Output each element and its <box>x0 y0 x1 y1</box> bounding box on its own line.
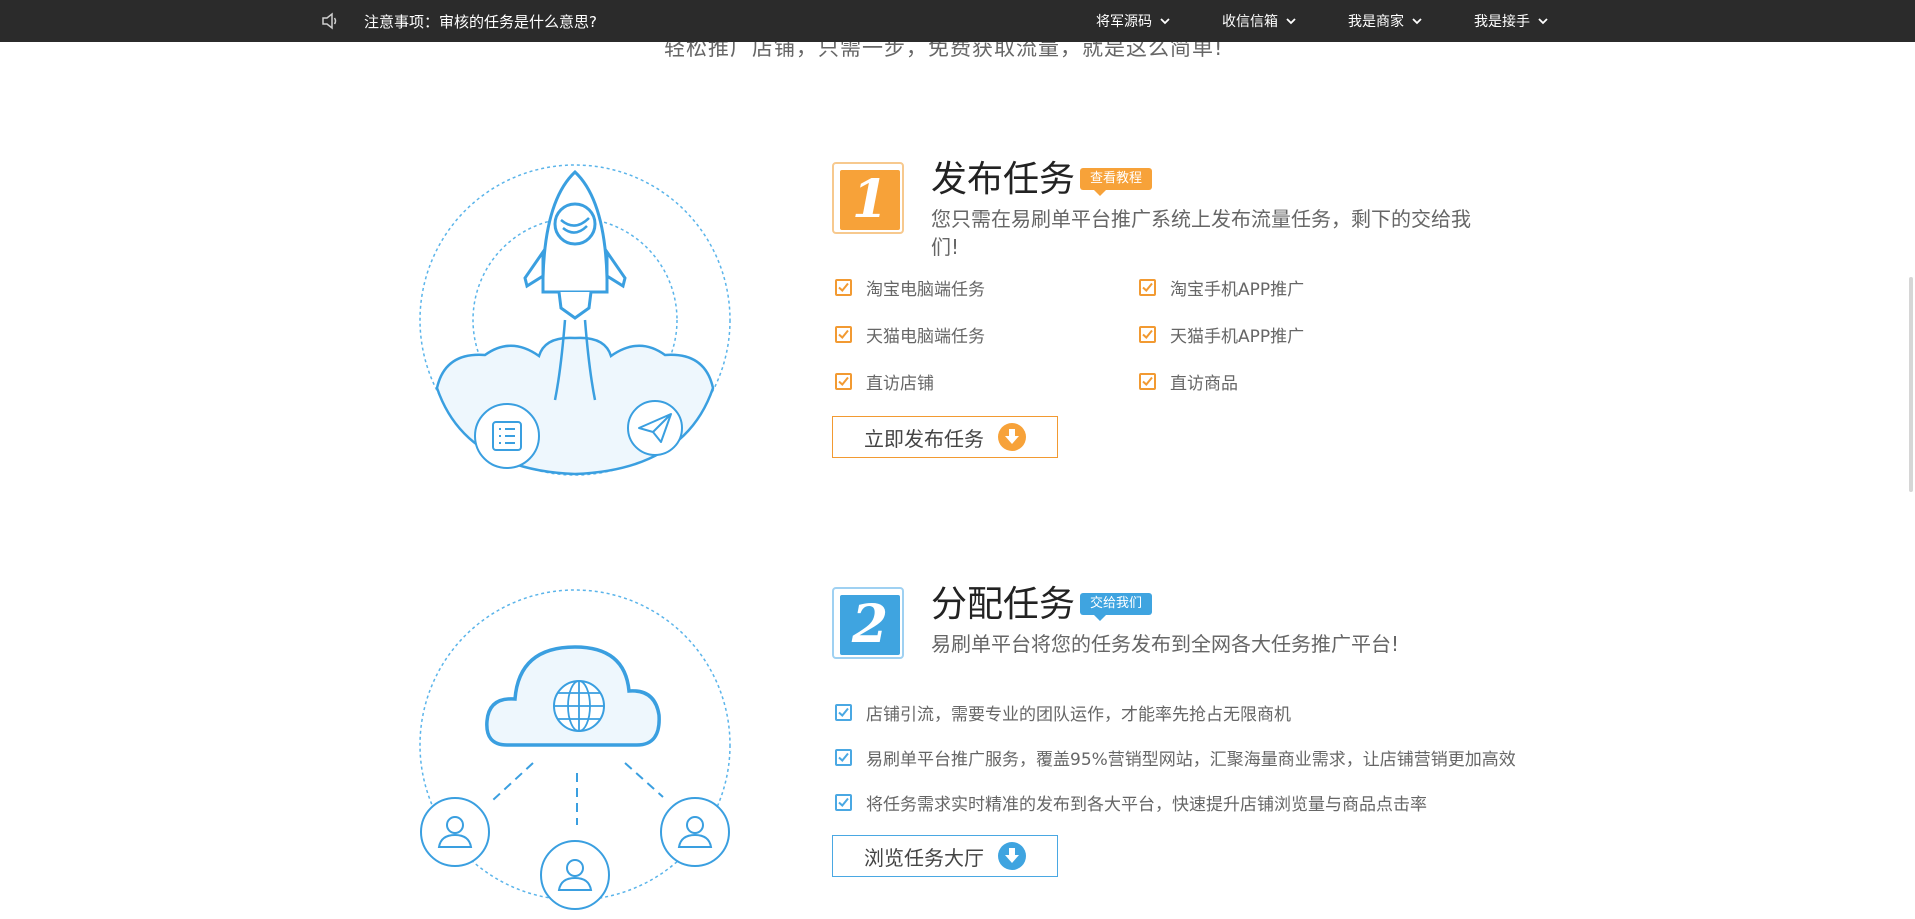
nav-item-label: 我是商家 <box>1348 14 1404 30</box>
step2-check-item: 易刷单平台推广服务，覆盖95%营销型网站，汇聚海量商业需求，让店铺营销更加高效 <box>835 745 1516 770</box>
checkbox-icon <box>1139 326 1156 343</box>
view-tutorial-tag[interactable]: 查看教程 <box>1080 168 1153 196</box>
checkbox-icon <box>835 326 852 343</box>
checkbox-icon <box>835 794 852 811</box>
arrow-down-circle-icon <box>998 423 1026 451</box>
nav-item-label: 收信信箱 <box>1222 14 1278 30</box>
step1-title: 发布任务 <box>931 159 1076 200</box>
publish-task-button[interactable]: 立即发布任务 <box>832 416 1058 458</box>
nav-item-receiver[interactable]: 我是接手 <box>1474 11 1548 31</box>
chevron-down-icon <box>1160 18 1170 25</box>
checkbox-icon <box>1139 279 1156 296</box>
checkbox-icon <box>835 704 852 721</box>
step1-check-item: 淘宝手机APP推广 <box>1139 275 1304 300</box>
arrow-down-circle-icon <box>998 842 1026 870</box>
top-bar: 注意事项：审核的任务是什么意思? 将军源码 收信信箱 我是商家 我是接手 <box>0 0 1915 42</box>
step1-check-item: 直访店铺 <box>835 369 934 394</box>
step-number-1: 1 <box>832 162 904 234</box>
nav-item-inbox[interactable]: 收信信箱 <box>1222 11 1296 31</box>
check-item-label: 淘宝手机APP推广 <box>1170 280 1305 300</box>
checkbox-icon <box>1139 373 1156 390</box>
step1-check-item: 淘宝电脑端任务 <box>835 275 985 300</box>
checkbox-icon <box>835 279 852 296</box>
check-item-label: 直访店铺 <box>866 374 934 394</box>
step-number-2: 2 <box>832 587 904 659</box>
step1-desc-line2: 们! <box>931 235 960 259</box>
step2-check-item: 将任务需求实时精准的发布到各大平台，快速提升店铺浏览量与商品点击率 <box>835 790 1427 815</box>
leave-it-to-us-tag[interactable]: 交给我们 <box>1080 593 1153 621</box>
step-number-1-value: 1 <box>840 170 900 230</box>
nav-item-label: 将军源码 <box>1096 14 1152 30</box>
browse-task-hall-button[interactable]: 浏览任务大厅 <box>832 835 1058 877</box>
step-number-2-value: 2 <box>840 595 900 655</box>
step1-check-item: 天猫手机APP推广 <box>1139 322 1304 347</box>
step2-description: 易刷单平台将您的任务发布到全网各大任务推广平台! <box>931 632 1400 656</box>
scrollbar-track[interactable] <box>1905 42 1915 919</box>
rocket-illustration <box>419 164 731 476</box>
check-item-label: 店铺引流，需要专业的团队运作，才能率先抢占无限商机 <box>866 705 1291 725</box>
check-item-label: 淘宝电脑端任务 <box>866 280 985 300</box>
check-item-label: 将任务需求实时精准的发布到各大平台，快速提升店铺浏览量与商品点击率 <box>866 795 1427 815</box>
notice-bar: 注意事项：审核的任务是什么意思? <box>320 0 597 42</box>
cloud-network-illustration <box>419 589 731 910</box>
chevron-down-icon <box>1412 18 1422 25</box>
check-item-label: 天猫电脑端任务 <box>866 327 985 347</box>
checkbox-icon <box>835 373 852 390</box>
nav-item-source[interactable]: 将军源码 <box>1096 11 1170 31</box>
chevron-down-icon <box>1286 18 1296 25</box>
publish-task-button-label: 立即发布任务 <box>864 426 984 451</box>
step1-check-item: 天猫电脑端任务 <box>835 322 985 347</box>
check-item-label: 天猫手机APP推广 <box>1170 327 1305 347</box>
scrollbar-thumb[interactable] <box>1909 277 1913 492</box>
step2-title: 分配任务 <box>931 584 1076 625</box>
step1-description: 您只需在易刷单平台推广系统上发布流量任务，剩下的交给我 们! <box>931 205 1571 261</box>
nav-item-merchant[interactable]: 我是商家 <box>1348 11 1422 31</box>
checkbox-icon <box>835 749 852 766</box>
nav-item-label: 我是接手 <box>1474 14 1530 30</box>
notice-text[interactable]: 注意事项：审核的任务是什么意思? <box>364 11 597 32</box>
step2-check-item: 店铺引流，需要专业的团队运作，才能率先抢占无限商机 <box>835 700 1291 725</box>
step1-check-item: 直访商品 <box>1139 369 1238 394</box>
check-item-label: 直访商品 <box>1170 374 1238 394</box>
check-item-label: 易刷单平台推广服务，覆盖95%营销型网站，汇聚海量商业需求，让店铺营销更加高效 <box>866 750 1516 770</box>
chevron-down-icon <box>1538 18 1548 25</box>
top-nav: 将军源码 收信信箱 我是商家 我是接手 <box>1096 0 1548 42</box>
browse-task-hall-button-label: 浏览任务大厅 <box>864 845 984 870</box>
step1-desc-line1: 您只需在易刷单平台推广系统上发布流量任务，剩下的交给我 <box>931 207 1471 231</box>
speaker-icon <box>322 12 337 30</box>
